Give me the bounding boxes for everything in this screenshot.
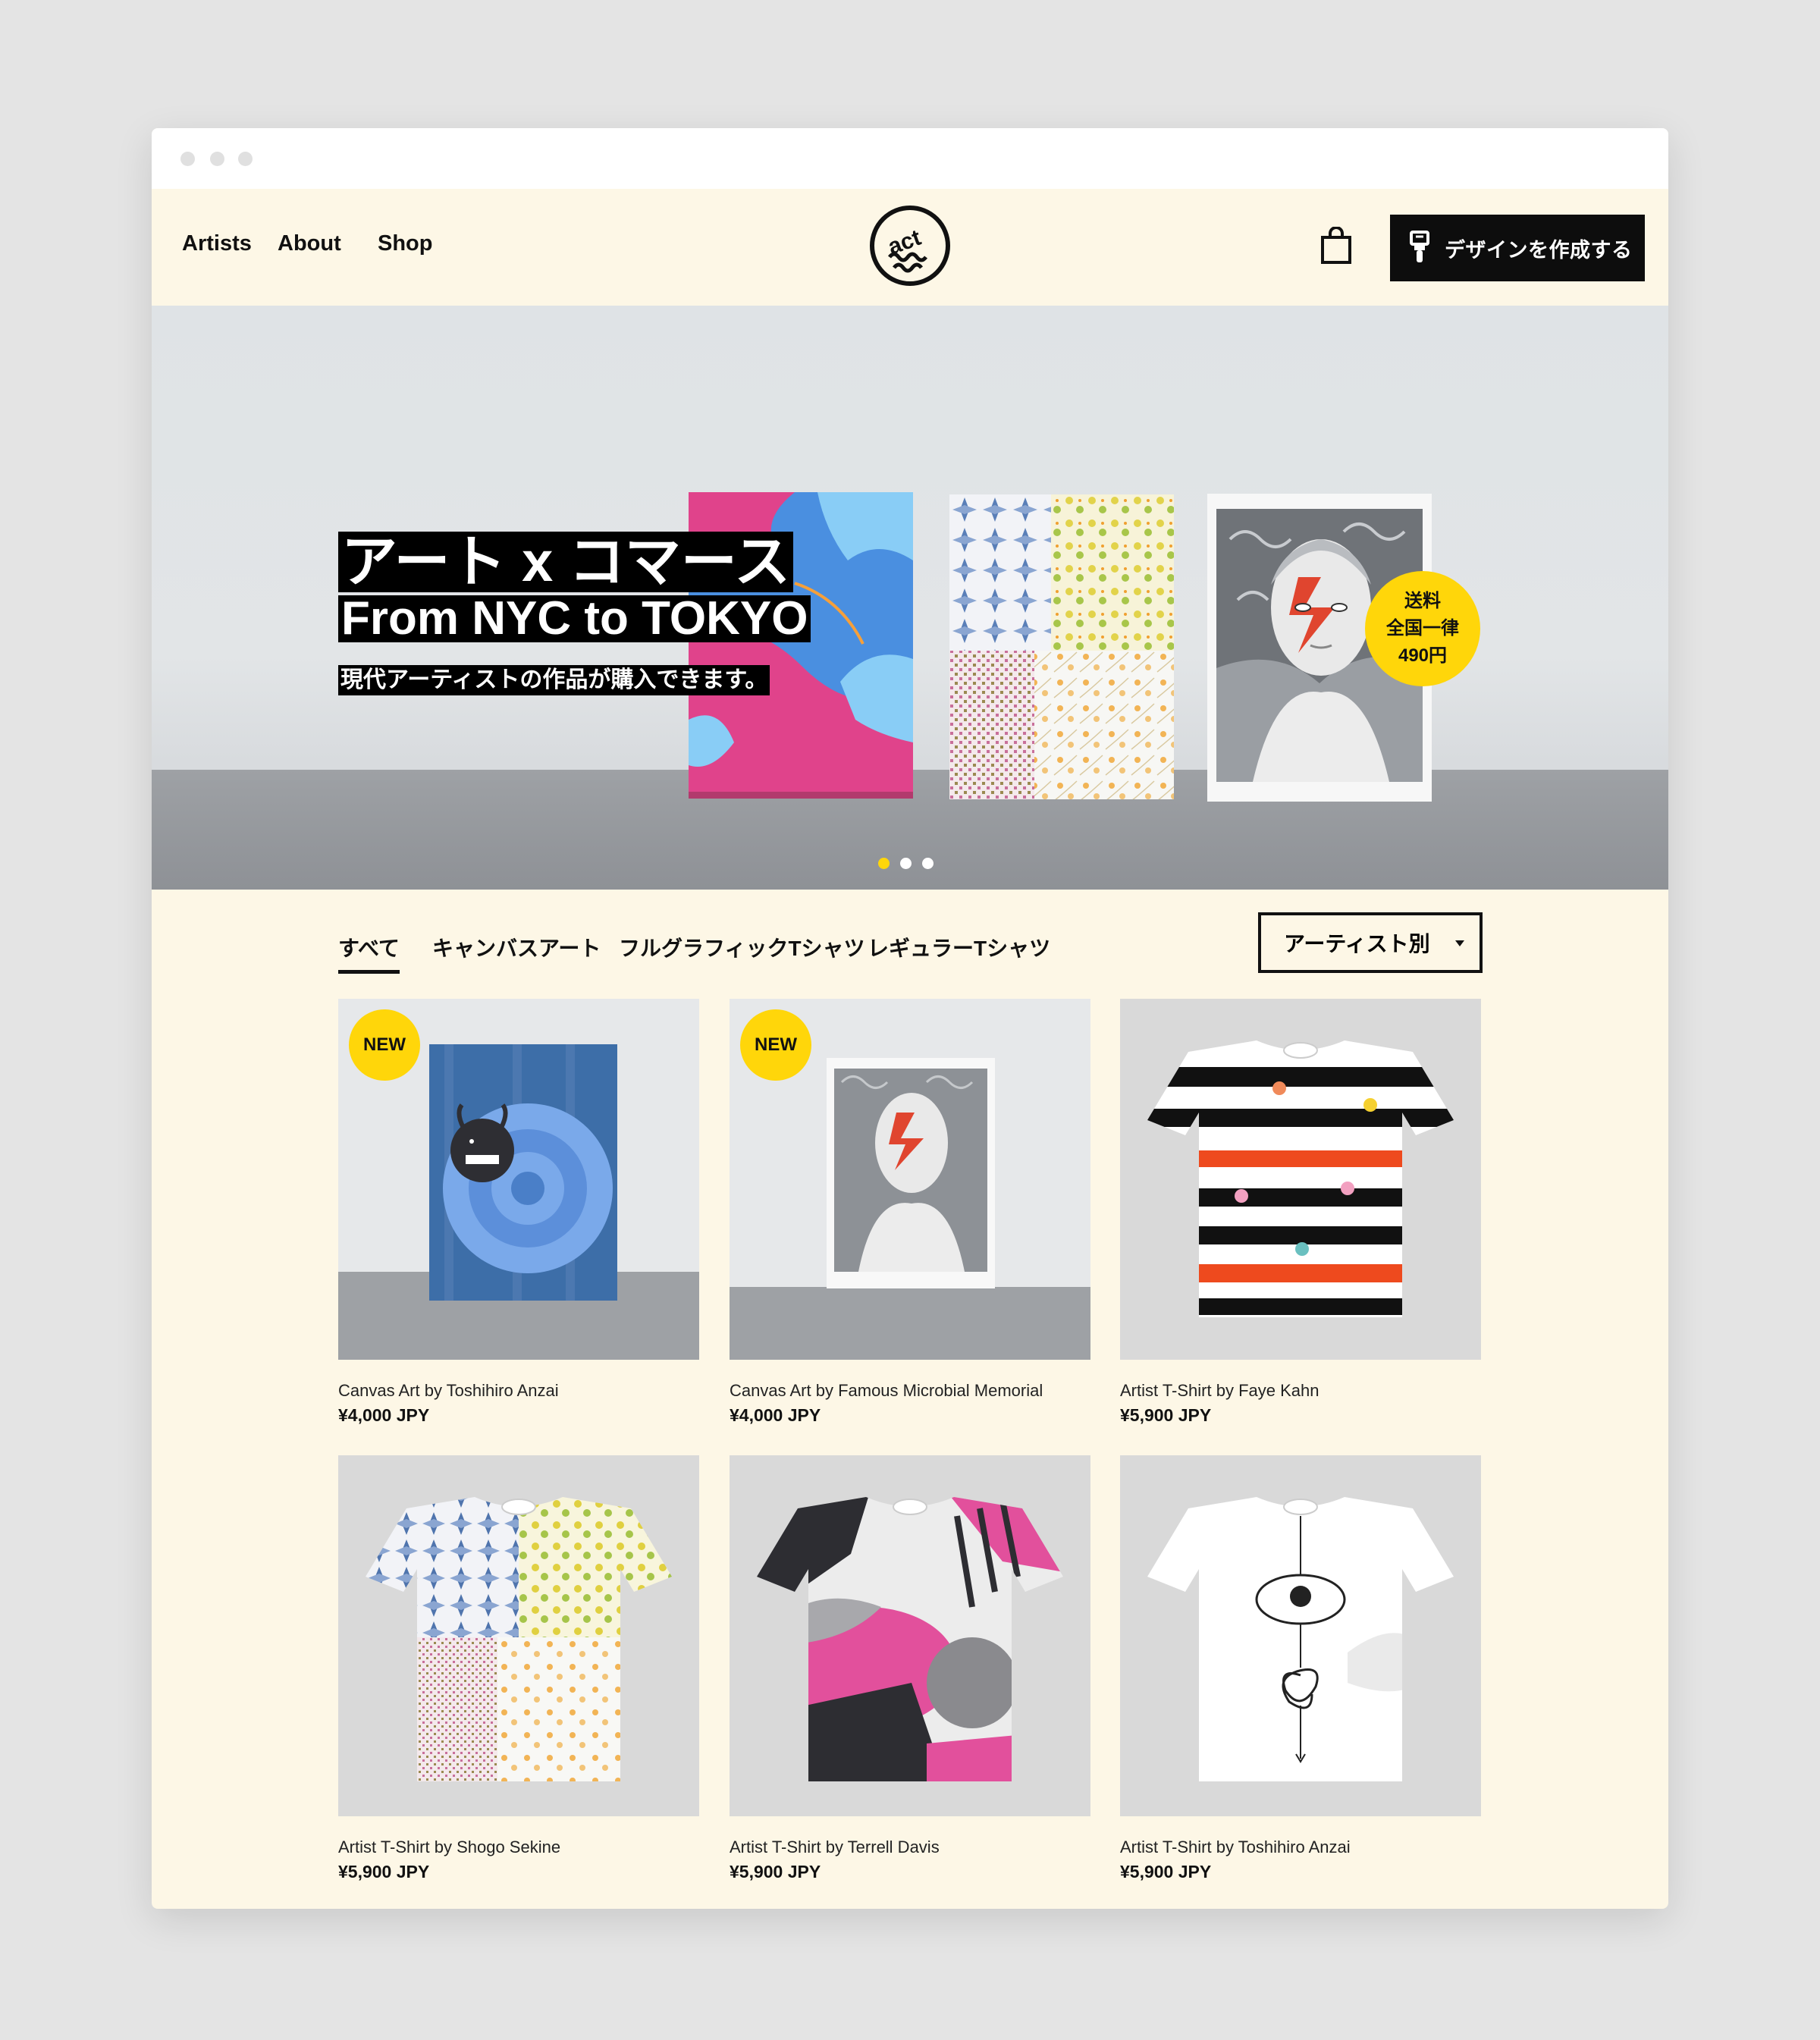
nav-about-link[interactable]: About (278, 231, 341, 256)
nav-artists-link[interactable]: Artists (182, 231, 252, 256)
nav-shop-link[interactable]: Shop (378, 231, 433, 256)
create-design-label: デザインを作成する (1445, 238, 1633, 262)
product-price: ¥4,000 JPY (730, 1405, 821, 1425)
product-name[interactable]: Artist T-Shirt by Shogo Sekine (338, 1838, 699, 1857)
hero-text-block: アート x コマース From NYC to TOKYO 現代アーティストの作品… (338, 532, 811, 695)
product-image[interactable]: NEW (338, 999, 699, 1360)
product-image[interactable] (338, 1455, 699, 1816)
product-price: ¥4,000 JPY (338, 1405, 430, 1425)
shipping-badge-line: 490円 (1398, 645, 1448, 666)
hero-title-secondary: From NYC to TOKYO (338, 595, 811, 642)
product-name[interactable]: Artist T-Shirt by Faye Kahn (1120, 1381, 1481, 1401)
slider-pagination (878, 858, 944, 873)
browser-window: Artists About Shop act デザインを作成する 送料 全国一律… (152, 128, 1668, 1909)
tab-full-graphic-tshirts[interactable]: フルグラフィックTシャツ (619, 932, 865, 962)
site-logo[interactable]: act (868, 204, 952, 287)
hero-banner[interactable]: 送料 全国一律 490円 アート x コマース From NYC to TOKY… (152, 306, 1668, 890)
product-image[interactable] (1120, 1455, 1481, 1816)
hero-subtitle: 現代アーティストの作品が購入できます。 (338, 665, 770, 695)
tab-all[interactable]: すべて (338, 932, 400, 974)
tab-regular-tshirts[interactable]: レギュラーTシャツ (868, 932, 1050, 962)
product-name[interactable]: Canvas Art by Famous Microbial Memorial (730, 1381, 1090, 1401)
product-card[interactable]: Artist T-Shirt by Faye Kahn ¥5,900 JPY (1120, 999, 1481, 1426)
caret-down-icon (1455, 940, 1464, 946)
new-badge: NEW (349, 1009, 420, 1081)
product-name[interactable]: Artist T-Shirt by Toshihiro Anzai (1120, 1838, 1481, 1857)
artist-filter-label: アーティスト別 (1284, 932, 1430, 956)
create-design-button[interactable]: デザインを作成する (1390, 215, 1645, 281)
product-card[interactable]: NEW Canvas Art by Famous Microbial Memor… (730, 999, 1090, 1426)
product-card[interactable]: Artist T-Shirt by Terrell Davis ¥5,900 J… (730, 1455, 1090, 1882)
shipping-badge-line: 送料 (1404, 591, 1441, 611)
product-image[interactable]: NEW (730, 999, 1090, 1360)
product-image[interactable] (1120, 999, 1481, 1360)
product-price: ¥5,900 JPY (1120, 1405, 1212, 1425)
hero-title: アート x コマース (338, 532, 794, 592)
slider-dot[interactable] (900, 858, 912, 869)
product-card[interactable]: NEW Canvas Art by Toshihiro Anzai ¥4,000… (338, 999, 699, 1426)
tab-canvas-art[interactable]: キャンバスアート (432, 932, 601, 962)
slider-dot[interactable] (922, 858, 934, 869)
new-badge: NEW (740, 1009, 811, 1081)
hero-canvas-floral (949, 494, 1174, 799)
product-price: ¥5,900 JPY (730, 1862, 821, 1882)
paint-brush-icon (1408, 231, 1431, 265)
window-titlebar (152, 128, 1668, 189)
window-control-dot[interactable] (180, 152, 195, 166)
artist-filter-dropdown[interactable]: アーティスト別 (1258, 912, 1483, 973)
window-control-dot[interactable] (210, 152, 224, 166)
slider-dot-active[interactable] (878, 858, 890, 869)
product-name[interactable]: Artist T-Shirt by Terrell Davis (730, 1838, 1090, 1857)
product-card[interactable]: Artist T-Shirt by Toshihiro Anzai ¥5,900… (1120, 1455, 1481, 1882)
product-price: ¥5,900 JPY (338, 1862, 430, 1882)
shopping-bag-icon[interactable] (1320, 227, 1353, 265)
shipping-badge: 送料 全国一律 490円 (1365, 571, 1480, 686)
window-control-dot[interactable] (238, 152, 253, 166)
product-card[interactable]: Artist T-Shirt by Shogo Sekine ¥5,900 JP… (338, 1455, 699, 1882)
site-header: Artists About Shop act デザインを作成する (152, 189, 1668, 306)
product-image[interactable] (730, 1455, 1090, 1816)
product-name[interactable]: Canvas Art by Toshihiro Anzai (338, 1381, 699, 1401)
shipping-badge-line: 全国一律 (1386, 618, 1459, 639)
product-price: ¥5,900 JPY (1120, 1862, 1212, 1882)
